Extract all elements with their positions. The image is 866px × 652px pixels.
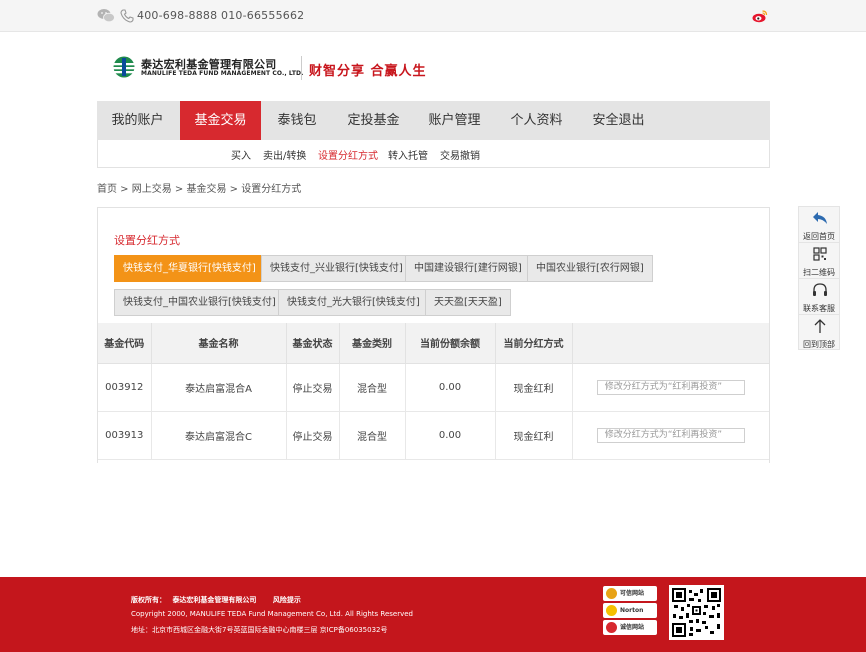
header-divider xyxy=(301,56,302,80)
company-name-en: MANULIFE TEDA FUND MANAGEMENT CO., LTD. xyxy=(141,70,304,77)
bank-option-xingye[interactable]: 快钱支付_兴业银行[快钱支付] xyxy=(261,255,412,282)
sub-nav: 买入 卖出/转换 设置分红方式 转入托管 交易撤销 xyxy=(97,140,770,168)
slogan: 财智分享 合赢人生 xyxy=(309,64,427,79)
side-scan-qrcode[interactable]: 扫二维码 xyxy=(798,242,840,278)
funds-table: 基金代码 基金名称 基金状态 基金类别 当前份额余额 当前分红方式 003912… xyxy=(98,323,769,460)
dividend-method: 现金红利 xyxy=(495,411,573,460)
fund-name: 泰达启富混合A xyxy=(151,363,287,412)
back-arrow-icon xyxy=(813,212,827,224)
nav-tai-wallet[interactable]: 泰钱包 xyxy=(261,101,333,140)
norton-check-icon xyxy=(606,605,617,616)
wechat-icon[interactable] xyxy=(97,8,115,23)
bank-option-abc-kuaiqian[interactable]: 快钱支付_中国农业银行[快钱支付] xyxy=(114,289,285,316)
qrcode-icon xyxy=(672,588,721,637)
copyright-label: 版权所有： xyxy=(131,596,166,604)
trusted-site-icon xyxy=(606,588,617,599)
table-row: 003912 泰达启富混合A 停止交易 混合型 0.00 现金红利 修改分红方式… xyxy=(98,363,769,412)
dividend-method: 现金红利 xyxy=(495,363,573,412)
bank-option-tiantianying[interactable]: 天天盈[天天盈] xyxy=(425,289,511,316)
modify-dividend-button[interactable]: 修改分红方式为“红利再投资” xyxy=(596,427,745,443)
nav-fixed-investment[interactable]: 定投基金 xyxy=(333,101,414,140)
header-dividend-method: 当前分红方式 xyxy=(495,323,573,364)
action-cell: 修改分红方式为“红利再投资” xyxy=(572,411,769,460)
badge-label: 诚信网站 xyxy=(620,624,645,631)
panel-title: 设置分红方式 xyxy=(114,234,180,247)
table-header-row: 基金代码 基金名称 基金状态 基金类别 当前份额余额 当前分红方式 xyxy=(98,323,769,364)
bank-option-abc[interactable]: 中国农业银行[农行网银] xyxy=(527,255,653,282)
qrcode-icon xyxy=(813,247,827,261)
fund-code: 003913 xyxy=(98,411,152,460)
nav-personal-info[interactable]: 个人资料 xyxy=(496,101,577,140)
footer-address: 地址：北京市西城区金融大街7号英蓝国际金融中心南楼三层 京ICP备0603503… xyxy=(131,626,388,634)
fund-category: 混合型 xyxy=(339,363,406,412)
nav-logout[interactable]: 安全退出 xyxy=(578,101,659,140)
side-toolbar: 返回首页 扫二维码 联系客服 回到顶部 xyxy=(798,206,840,350)
side-contact-service[interactable]: 联系客服 xyxy=(798,278,840,314)
action-cell: 修改分红方式为“红利再投资” xyxy=(572,363,769,412)
credit-site-icon xyxy=(606,622,617,633)
footer-qrcode xyxy=(669,585,724,640)
header-fund-status: 基金状态 xyxy=(286,323,340,364)
bank-option-guangda[interactable]: 快钱支付_光大银行[快钱支付] xyxy=(278,289,429,316)
modify-dividend-button[interactable]: 修改分红方式为“红利再投资” xyxy=(596,379,745,395)
headset-icon xyxy=(813,283,827,296)
nav-fund-trading[interactable]: 基金交易 xyxy=(180,101,261,140)
fund-category: 混合型 xyxy=(339,411,406,460)
weibo-icon[interactable] xyxy=(752,9,768,23)
side-back-home[interactable]: 返回首页 xyxy=(798,206,840,242)
header-fund-code: 基金代码 xyxy=(98,323,152,364)
side-label: 联系客服 xyxy=(803,304,835,313)
share-balance: 0.00 xyxy=(405,363,496,412)
bank-option-ccb[interactable]: 中国建设银行[建行网银] xyxy=(405,255,531,282)
nav-my-account[interactable]: 我的账户 xyxy=(97,101,178,140)
header-share-balance: 当前份额余额 xyxy=(405,323,496,364)
side-label: 回到顶部 xyxy=(803,340,835,349)
header-action xyxy=(572,323,769,364)
side-label: 扫二维码 xyxy=(803,268,835,277)
subnav-buy[interactable]: 买入 xyxy=(231,147,251,162)
subnav-transfer-custody[interactable]: 转入托管 xyxy=(388,147,428,162)
header-fund-name: 基金名称 xyxy=(151,323,287,364)
share-balance: 0.00 xyxy=(405,411,496,460)
bank-option-huaxia[interactable]: 快钱支付_华夏银行[快钱支付] xyxy=(114,255,265,282)
badge-label: Norton xyxy=(620,607,644,614)
footer-copyright-en: Copyright 2000, MANULIFE TEDA Fund Manag… xyxy=(131,610,413,618)
side-back-to-top[interactable]: 回到顶部 xyxy=(798,314,840,350)
hotline-numbers: 400-698-8888 010-66555662 xyxy=(137,9,305,22)
side-label: 返回首页 xyxy=(803,232,835,241)
subnav-set-dividend[interactable]: 设置分红方式 xyxy=(318,147,378,162)
trusted-site-badge[interactable]: 可信网站 xyxy=(603,586,657,601)
top-bar: 400-698-8888 010-66555662 xyxy=(0,0,866,32)
risk-notice-link[interactable]: 风险提示 xyxy=(273,596,301,604)
footer-company-link[interactable]: 泰达宏利基金管理有限公司 xyxy=(172,596,256,604)
header-fund-category: 基金类别 xyxy=(339,323,406,364)
breadcrumb: 首页 > 网上交易 > 基金交易 > 设置分红方式 xyxy=(97,184,302,195)
table-row: 003913 泰达启富混合C 停止交易 混合型 0.00 现金红利 修改分红方式… xyxy=(98,411,769,460)
credit-site-badge[interactable]: 诚信网站 xyxy=(603,620,657,635)
dividend-panel: 设置分红方式 快钱支付_华夏银行[快钱支付] 快钱支付_兴业银行[快钱支付] 中… xyxy=(97,207,770,463)
subnav-cancel-transaction[interactable]: 交易撤销 xyxy=(440,147,480,162)
fund-status: 停止交易 xyxy=(286,411,340,460)
footer: 版权所有： 泰达宏利基金管理有限公司 风险提示 Copyright 2000, … xyxy=(0,577,866,652)
norton-badge[interactable]: Norton xyxy=(603,603,657,618)
arrow-up-icon xyxy=(814,319,826,333)
company-logo-icon[interactable] xyxy=(112,56,136,78)
fund-status: 停止交易 xyxy=(286,363,340,412)
fund-code: 003912 xyxy=(98,363,152,412)
subnav-sell-convert[interactable]: 卖出/转换 xyxy=(263,147,306,162)
footer-copyright-line: 版权所有： 泰达宏利基金管理有限公司 风险提示 xyxy=(131,595,301,605)
phone-icon xyxy=(120,9,134,23)
fund-name: 泰达启富混合C xyxy=(151,411,287,460)
nav-account-management[interactable]: 账户管理 xyxy=(414,101,495,140)
main-nav: 我的账户 基金交易 泰钱包 定投基金 账户管理 个人资料 安全退出 xyxy=(97,101,770,140)
badge-label: 可信网站 xyxy=(620,590,645,597)
